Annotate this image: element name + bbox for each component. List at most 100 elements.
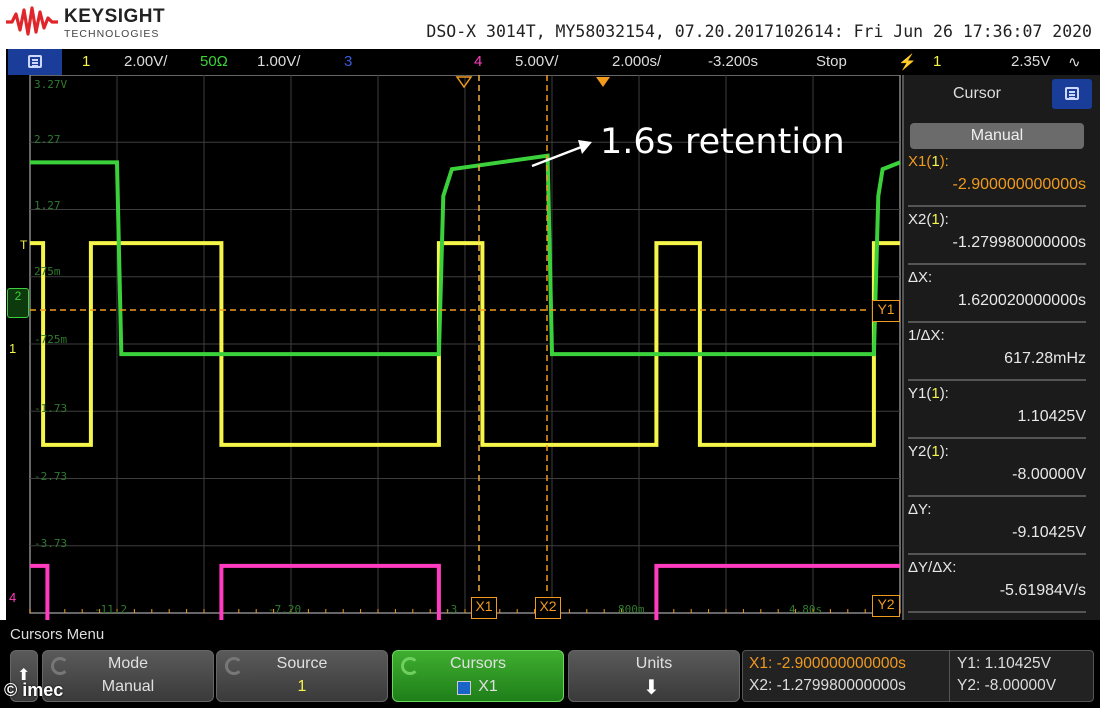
time-label: -3 [444,603,458,616]
readout-y1: Y1: 1.10425V [957,655,1051,672]
cursor-value-label: ΔY: [908,501,1088,518]
label-text: Y2( [908,443,932,460]
device-info: DSO-X 3014T, MY58032154, 07.20.201710261… [426,22,1092,41]
label-text: ΔX: [908,269,933,286]
watermark: © imec [4,680,64,700]
waveform-icon[interactable]: ∿ [1068,53,1081,71]
cursor-value-label: ΔY/ΔX: [908,559,1088,576]
voltage-label: 275m [34,265,61,278]
trigger-edge-icon: ⚡ [898,54,917,71]
y2-cursor-handle[interactable]: Y2 [872,595,900,617]
time-label: -11.2 [94,603,128,616]
cursor-value-label: Y1(1): [908,385,1088,402]
annotation-arrow-icon [531,140,592,168]
ch3-label[interactable]: 3 [344,53,352,70]
main-menu-button[interactable] [8,49,62,75]
time-label: 800m [618,603,645,616]
menu-icon [28,55,42,68]
label-suffix: ): [939,443,949,460]
label-text: Y1( [908,385,932,402]
label-channel: 1 [931,443,940,460]
cursor-value-label: ΔX: [908,269,1088,286]
ch1-ground-marker[interactable]: 1 [9,341,16,356]
source-softkey[interactable]: Source 1 [216,650,388,702]
x1-cursor-handle[interactable]: X1 [471,597,497,619]
cursor-value: -8.00000V [1012,466,1086,483]
cursor-value-row: 1/ΔX: 617.28mHz [908,327,1088,368]
readout-divider [949,651,950,701]
ch4-label[interactable]: 4 [474,53,482,70]
ch4-scale[interactable]: 5.00V/ [515,53,558,70]
label-text: ΔY/ΔX: [908,559,957,576]
cursors-softkey[interactable]: Cursors X1 [392,650,564,702]
cursor-value-label: Y2(1): [908,443,1088,460]
label-text: X2( [908,211,932,228]
readout-x2: X2: -1.279980000000s [749,677,906,694]
softkey-label: Units [635,655,673,672]
cursor-value-label: 1/ΔX: [908,327,1088,344]
cursor-value-row: Y1(1): 1.10425V [908,385,1088,426]
timebase[interactable]: 2.000s/ [612,53,661,70]
y1-cursor-handle[interactable]: Y1 [872,300,900,322]
trigger-level[interactable]: 2.35V [1011,53,1050,70]
ch1-scale[interactable]: 2.00V/ [124,53,167,70]
label-text: X1( [908,153,932,170]
time-label: -7.20 [268,603,302,616]
cursor-value-label: X2(1): [908,211,1088,228]
cursor-panel-title: Cursor [952,85,1001,102]
menu-icon [1065,87,1079,100]
label-text: 1/ΔX: [908,327,945,344]
separator [908,321,1086,323]
separator [908,205,1086,207]
units-softkey[interactable]: Units ⬇ [568,650,740,702]
run-state[interactable]: Stop [816,53,847,70]
voltage-label: 2.27 [34,133,61,146]
time-label: 4.80s [789,603,823,616]
cursor-value: 1.10425V [1017,408,1086,425]
label-suffix: ): [939,153,949,170]
retention-annotation: 1.6s retention [600,122,845,162]
separator [908,553,1086,555]
mode-softkey[interactable]: Mode Manual [42,650,214,702]
brand-subtitle: TECHNOLOGIES [64,28,160,40]
ch2-impedance[interactable]: 50Ω [200,53,228,70]
ch4-ground-marker[interactable]: 4 [9,590,16,605]
softkey-value: Manual [101,678,155,695]
cursor-value-row: X2(1): -1.279980000000s [908,211,1088,252]
ch2-scale[interactable]: 1.00V/ [257,53,300,70]
cursor-value-row: ΔY/ΔX: -5.61984V/s [908,559,1088,600]
cursor-readout: X1: -2.900000000000s X2: -1.279980000000… [742,650,1094,702]
separator [908,611,1086,613]
cursor-value: -1.279980000000s [952,234,1086,251]
cursor-value-row: X1(1): -2.900000000000s [908,153,1088,194]
readout-x1: X1: -2.900000000000s [749,655,906,672]
cursor-value: -2.900000000000s [952,176,1086,193]
delay[interactable]: -3.200s [708,53,758,70]
softkey-label: Cursors [449,655,506,672]
cursor-value-row: ΔY: -9.10425V [908,501,1088,542]
trigger-level-marker[interactable]: T [20,238,27,252]
voltage-label: -725m [34,333,68,346]
cursor-value-label: X1(1): [908,153,1088,170]
voltage-label: -3.73 [34,537,68,550]
label-suffix: ): [939,211,949,228]
ch2-ground-marker[interactable]: 2 [7,288,29,318]
delay-marker [455,76,473,89]
label-channel: 1 [931,153,940,170]
label-channel: 1 [931,385,940,402]
ch1-label[interactable]: 1 [82,53,90,70]
panel-menu-button[interactable] [1052,79,1092,109]
cursor-value-row: ΔX: 1.620020000000s [908,269,1088,310]
softkey-value: 1 [297,678,307,695]
separator [908,495,1086,497]
trigger-source[interactable]: 1 [933,53,941,70]
cursor-mode-button[interactable]: Manual [910,123,1084,149]
cursor-value: 1.620020000000s [957,292,1086,309]
label-channel: 1 [931,211,940,228]
voltage-label: 3.27V [34,78,68,91]
trigger-position-marker [596,77,610,87]
cursor-panel: Cursor Manual X1(1): -2.900000000000s X2(1… [902,75,1100,620]
x2-cursor-handle[interactable]: X2 [535,597,561,619]
keysight-logo-icon [6,6,58,36]
softkey-menu: Cursors Menu ⬆ Mode Manual Source 1 Curs… [0,620,1100,708]
